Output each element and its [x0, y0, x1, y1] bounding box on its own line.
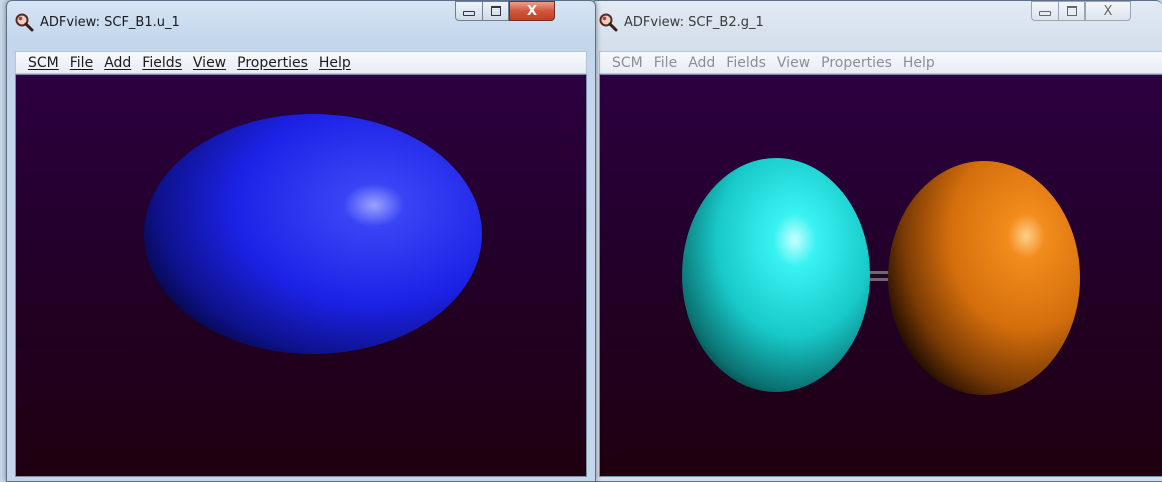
menu-help[interactable]: Help [319, 55, 351, 71]
orbital-lobe-positive [682, 158, 870, 392]
menu-fields[interactable]: Fields [726, 55, 766, 71]
titlebar[interactable]: ADFview: SCF_B2.g_1 X [591, 1, 1162, 47]
maximize-icon [1066, 6, 1077, 16]
menu-file[interactable]: File [654, 55, 677, 71]
menu-add[interactable]: Add [104, 55, 131, 71]
close-icon: X [526, 3, 538, 19]
3d-viewport[interactable] [599, 74, 1162, 477]
orbital-lobe-negative [888, 161, 1080, 395]
orbital-lobe [144, 114, 482, 354]
maximize-button[interactable] [1058, 1, 1085, 21]
window-title: ADFview: SCF_B1.u_1 [40, 15, 180, 30]
adfview-window-b2g[interactable]: ADFview: SCF_B2.g_1 X SCM File Add Field… [590, 0, 1162, 482]
close-button[interactable]: X [509, 1, 555, 21]
menu-properties[interactable]: Properties [821, 55, 892, 71]
menu-help[interactable]: Help [903, 55, 935, 71]
menu-properties[interactable]: Properties [237, 55, 308, 71]
adfview-window-b1u[interactable]: ADFview: SCF_B1.u_1 X SCM File Add Field… [6, 0, 596, 482]
minimize-button[interactable] [1031, 1, 1058, 21]
close-icon: X [1103, 3, 1113, 19]
menu-view[interactable]: View [777, 55, 810, 71]
menu-view[interactable]: View [193, 55, 226, 71]
titlebar[interactable]: ADFview: SCF_B1.u_1 X [7, 1, 595, 47]
menubar: SCM File Add Fields View Properties Help [15, 51, 587, 74]
magnifier-app-icon [15, 13, 34, 32]
orbital-render [144, 114, 482, 354]
minimize-icon [1039, 11, 1051, 16]
caption-buttons: X [455, 1, 555, 21]
menu-fields[interactable]: Fields [142, 55, 182, 71]
minimize-icon [463, 11, 475, 16]
3d-viewport[interactable] [15, 74, 587, 477]
menubar: SCM File Add Fields View Properties Help [599, 51, 1162, 74]
orbital-render [682, 158, 1080, 395]
window-title: ADFview: SCF_B2.g_1 [624, 15, 764, 30]
magnifier-app-icon [599, 13, 618, 32]
caption-buttons: X [1031, 1, 1131, 21]
minimize-button[interactable] [455, 1, 482, 21]
close-button[interactable]: X [1085, 1, 1131, 21]
menu-file[interactable]: File [70, 55, 93, 71]
menu-scm[interactable]: SCM [612, 55, 643, 71]
maximize-icon [490, 6, 501, 16]
menu-add[interactable]: Add [688, 55, 715, 71]
maximize-button[interactable] [482, 1, 509, 21]
menu-scm[interactable]: SCM [28, 55, 59, 71]
